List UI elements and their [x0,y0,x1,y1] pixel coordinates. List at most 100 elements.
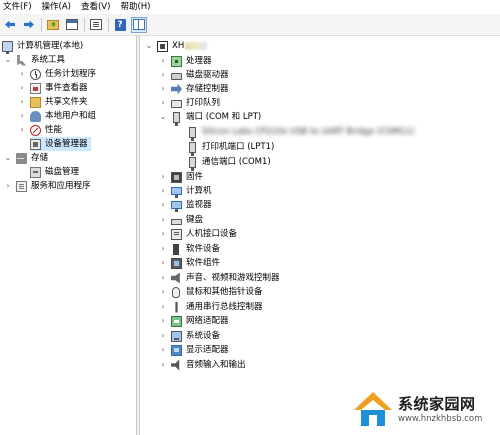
toolbar: ? [0,14,500,36]
tree-root[interactable]: 计算机管理(本地) [2,39,83,54]
forward-button[interactable] [21,17,37,33]
device-category-monitors[interactable]: › 监视器 [159,198,212,212]
menu-view[interactable]: 查看(V) [76,0,115,14]
chevron-right-icon[interactable]: › [159,230,167,238]
tree-item-event-viewer[interactable]: › 事件查看器 [18,81,88,95]
toolbar-separator [108,17,109,32]
chevron-right-icon[interactable]: › [18,112,26,120]
chevron-right-icon[interactable]: › [159,71,167,79]
chevron-right-icon[interactable]: › [4,182,12,190]
device-item-label: Silicon Labs CP210x USB to UART Bridge (… [202,127,415,137]
tree-item-label: 共享文件夹 [45,97,88,107]
toolbar-separator [84,17,85,32]
device-category-label: 键盘 [186,215,204,225]
chevron-right-icon[interactable]: › [159,201,167,209]
properties-button[interactable] [88,17,104,33]
show-console-tree-button[interactable] [64,17,80,33]
device-item-com1[interactable]: 通信端口 (COM1) [187,155,271,171]
device-category-system-devices[interactable]: › 系统设备 [159,329,220,343]
device-category-sound-video-game[interactable]: › 声音、视频和游戏控制器 [159,271,280,285]
device-category-keyboards[interactable]: › 键盘 [159,213,203,227]
device-category-software-components[interactable]: › 软件组件 [159,256,220,270]
tree-item-storage[interactable]: ⌄ 存储 [4,151,48,165]
chevron-down-icon[interactable]: ⌄ [159,113,167,121]
device-category-usb-controllers[interactable]: › 通用串行总线控制器 [159,300,263,314]
tree-item-services-apps[interactable]: › 服务和应用程序 [4,179,91,193]
chevron-right-icon[interactable]: › [159,274,167,282]
chevron-down-icon[interactable]: ⌄ [4,154,12,162]
tree-item-label: 任务计划程序 [45,69,97,79]
device-category-computer[interactable]: › 计算机 [159,184,212,198]
device-category-ports[interactable]: ⌄ 端口 (COM 和 LPT) [159,110,261,126]
chevron-right-icon[interactable]: › [159,173,167,181]
device-category-label: 处理器 [186,56,212,66]
menu-bar: 文件(F) 操作(A) 查看(V) 帮助(H) [0,0,500,14]
device-category-label: 打印队列 [186,98,221,108]
watermark-text: 系统家园网 www.hnzkhbsb.com [398,394,482,425]
performance-icon [30,124,41,136]
software-device-icon [173,243,179,255]
tree-item-label: 存储 [31,153,49,163]
up-one-level-button[interactable] [45,17,61,33]
device-item-usb-uart-bridge[interactable]: Silicon Labs CP210x USB to UART Bridge (… [187,125,415,141]
chevron-right-icon[interactable]: › [159,332,167,340]
device-category-processors[interactable]: › 处理器 [159,54,212,68]
tree-item-task-scheduler[interactable]: › 任务计划程序 [18,67,96,81]
device-item-lpt1[interactable]: 打印机端口 (LPT1) [187,140,274,156]
properties-icon [90,19,102,30]
chevron-right-icon[interactable]: › [18,70,26,78]
tree-item-shared-folders[interactable]: › 共享文件夹 [18,95,88,109]
device-category-label: 软件组件 [186,258,221,268]
chevron-right-icon[interactable]: › [159,99,167,107]
computer-icon [171,187,182,198]
chevron-right-icon[interactable]: › [18,126,26,134]
pane-splitter[interactable] [137,36,140,435]
chevron-right-icon[interactable]: › [159,361,167,369]
menu-help[interactable]: 帮助(H) [115,0,155,14]
device-category-firmware[interactable]: › 固件 [159,170,203,184]
chevron-right-icon[interactable]: › [159,288,167,296]
chevron-right-icon[interactable]: › [159,303,167,311]
chevron-right-icon[interactable]: › [159,317,167,325]
device-category-label: 鼠标和其他指针设备 [186,287,263,297]
back-button[interactable] [2,17,18,33]
watermark-logo: 系统家园网 www.hnzkhbsb.com [352,387,494,431]
chevron-down-icon[interactable]: ⌄ [4,56,12,64]
device-category-network-adapters[interactable]: › 网络适配器 [159,314,229,328]
chevron-right-icon[interactable]: › [159,187,167,195]
device-category-audio-io[interactable]: › 音频输入和输出 [159,358,246,372]
device-category-hid[interactable]: › 人机接口设备 [159,227,237,241]
device-category-mice[interactable]: › 鼠标和其他指针设备 [159,285,263,299]
device-category-display-adapters[interactable]: › 显示适配器 [159,343,229,357]
tree-item-local-users[interactable]: › 本地用户和组 [18,109,96,123]
tree-item-device-manager[interactable]: 设备管理器 [30,137,91,151]
device-category-print-queues[interactable]: › 打印队列 [159,96,220,110]
menu-action[interactable]: 操作(A) [37,0,76,14]
chevron-right-icon[interactable]: › [159,57,167,65]
chevron-right-icon[interactable]: › [18,84,26,92]
device-item-label: 通信端口 (COM1) [202,157,271,167]
port-icon [189,126,196,141]
device-category-storage-controllers[interactable]: › 存储控制器 [159,82,229,96]
chevron-right-icon[interactable]: › [159,216,167,224]
tree-item-disk-management[interactable]: 磁盘管理 [30,165,79,179]
firmware-icon [171,171,182,183]
host-computer-icon [157,40,168,52]
chevron-right-icon[interactable]: › [159,259,167,267]
action-pane-button[interactable] [131,16,147,33]
chevron-right-icon[interactable]: › [159,346,167,354]
menu-file[interactable]: 文件(F) [0,0,37,14]
device-category-disk-drives[interactable]: › 磁盘驱动器 [159,68,229,82]
device-host[interactable]: ⌄ XH [145,39,208,53]
chevron-right-icon[interactable]: › [159,245,167,253]
device-category-label: 磁盘驱动器 [186,70,229,80]
chevron-right-icon[interactable]: › [159,85,167,93]
help-button[interactable]: ? [112,17,128,33]
chevron-right-icon[interactable]: › [18,98,26,106]
tree-item-label: 本地用户和组 [45,111,97,121]
device-category-label: 通用串行总线控制器 [186,302,263,312]
chevron-down-icon[interactable]: ⌄ [145,42,153,50]
tree-item-performance[interactable]: › 性能 [18,123,62,137]
tree-item-system-tools[interactable]: ⌄ 系统工具 [4,53,65,67]
device-category-software-devices[interactable]: › 软件设备 [159,242,220,256]
